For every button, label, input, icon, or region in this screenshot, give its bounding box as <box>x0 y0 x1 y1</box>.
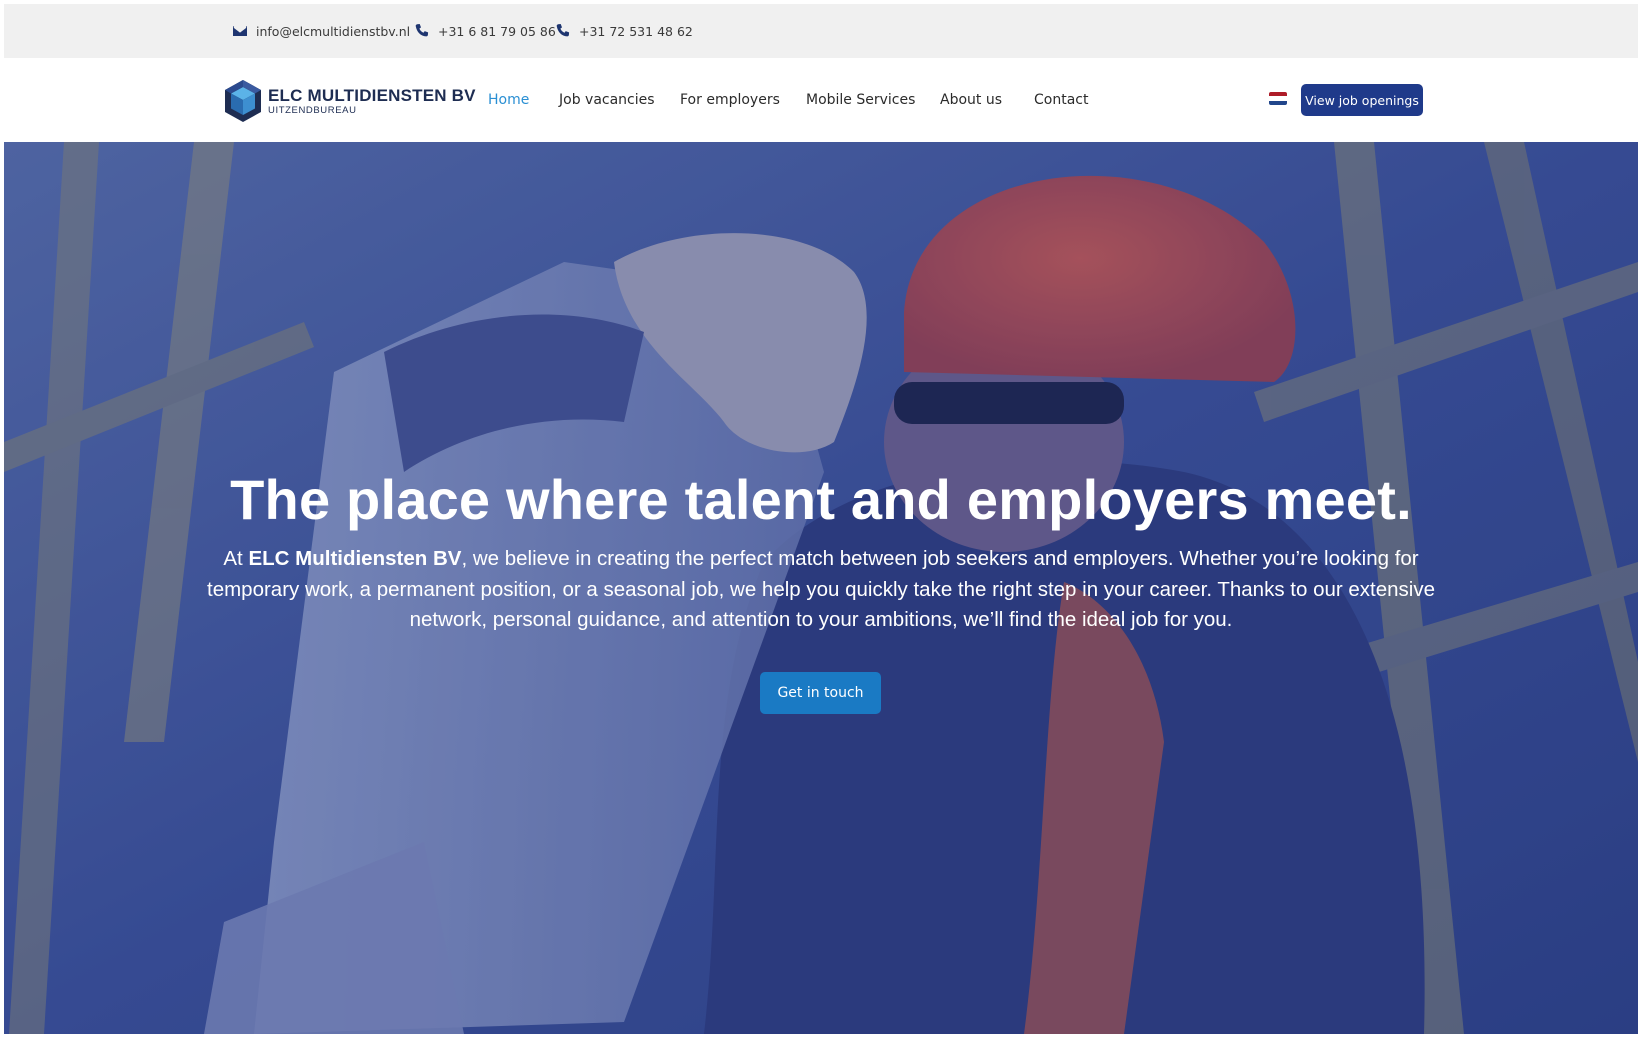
nav-job-vacancies[interactable]: Job vacancies <box>559 58 655 142</box>
nav-home[interactable]: Home <box>488 58 529 142</box>
view-job-openings-button[interactable]: View job openings <box>1301 84 1423 116</box>
hero-section: The place where talent and employers mee… <box>4 142 1638 1034</box>
phone-link-1[interactable]: +31 6 81 79 05 86 <box>414 4 556 58</box>
hero-title: The place where talent and employers mee… <box>230 468 1412 531</box>
cube-logo-icon <box>225 80 261 122</box>
netherlands-flag-icon[interactable] <box>1269 92 1287 105</box>
top-contact-bar: info@elcmultidienstbv.nl +31 6 81 79 05 … <box>4 4 1638 58</box>
main-navigation: ELC MULTIDIENSTEN BV UITZENDBUREAU Home … <box>4 58 1638 142</box>
brand-tagline: UITZENDBUREAU <box>268 104 357 116</box>
hero-intro: At ELC Multidiensten BV, we believe in c… <box>189 544 1453 636</box>
brand-name: ELC MULTIDIENSTEN BV <box>268 85 476 105</box>
phone-link-2[interactable]: +31 72 531 48 62 <box>555 4 693 58</box>
phone-text-2: +31 72 531 48 62 <box>579 23 693 39</box>
phone-text-1: +31 6 81 79 05 86 <box>438 23 556 39</box>
nav-mobile-services[interactable]: Mobile Services <box>806 58 915 142</box>
phone-icon <box>415 24 429 37</box>
browser-frame: info@elcmultidienstbv.nl +31 6 81 79 05 … <box>4 4 1638 1034</box>
email-link[interactable]: info@elcmultidienstbv.nl <box>232 4 410 58</box>
nav-contact[interactable]: Contact <box>1034 58 1088 142</box>
phone-icon <box>556 24 570 37</box>
nav-for-employers[interactable]: For employers <box>680 58 780 142</box>
get-in-touch-button[interactable]: Get in touch <box>760 672 881 714</box>
hero-intro-prefix: At <box>223 547 249 570</box>
site-logo[interactable]: ELC MULTIDIENSTEN BV UITZENDBUREAU <box>222 78 476 124</box>
nav-about-us[interactable]: About us <box>940 58 1002 142</box>
envelope-icon <box>233 26 247 36</box>
email-text: info@elcmultidienstbv.nl <box>256 23 411 39</box>
hero-intro-company: ELC Multidiensten BV <box>248 547 462 570</box>
